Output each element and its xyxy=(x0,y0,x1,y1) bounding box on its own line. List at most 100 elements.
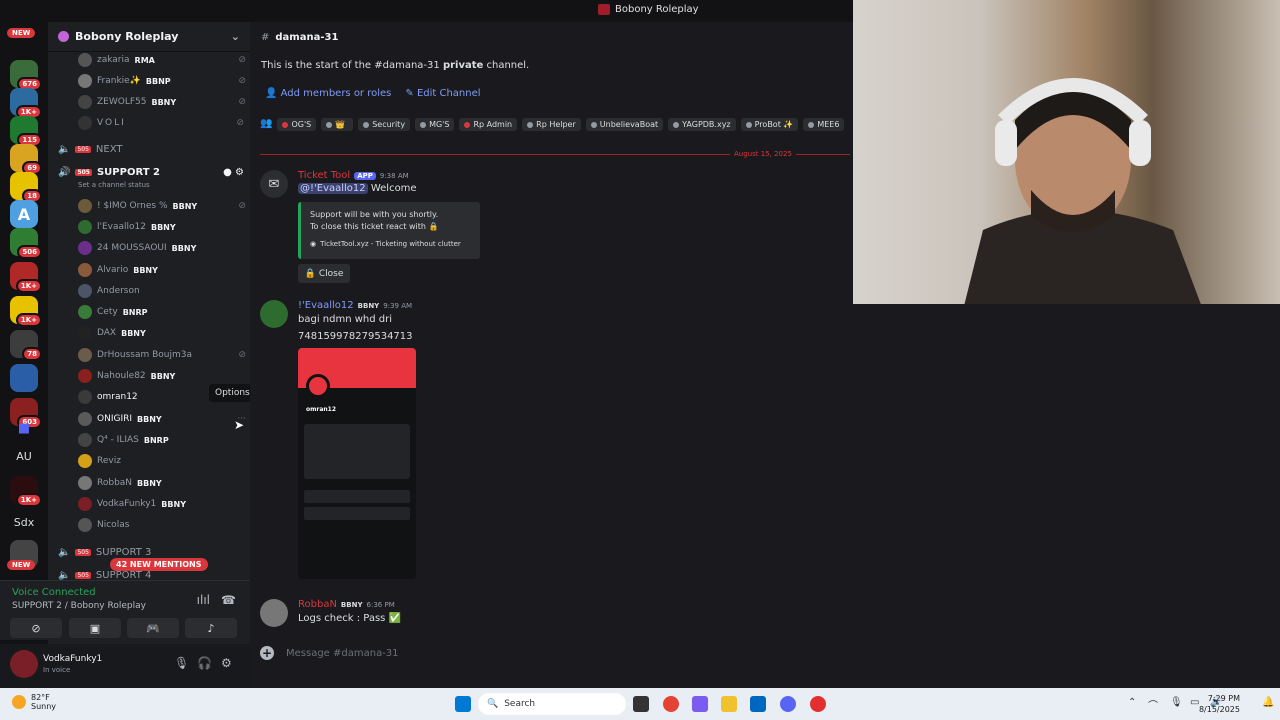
new-mentions-pill[interactable]: 42 NEW MENTIONS xyxy=(110,558,208,571)
settings-gear-icon[interactable]: ⚙ xyxy=(221,656,232,670)
folder-icon[interactable]: ■ xyxy=(10,414,38,442)
voice-user[interactable]: Frankie✨ BBNP ⊘ xyxy=(78,71,246,91)
server-icon[interactable] xyxy=(10,364,38,392)
server-icon[interactable]: 506 xyxy=(10,228,42,259)
voice-user[interactable]: Anderson xyxy=(78,281,246,301)
app-taskbar-icon[interactable] xyxy=(810,696,826,712)
chevron-up-icon[interactable]: ⌃ xyxy=(1128,697,1136,708)
voice-user[interactable]: VodkaFunky1 BBNY xyxy=(78,494,246,514)
voice-user[interactable]: DrHoussam Boujm3a ⊘ xyxy=(78,345,246,365)
server-icon[interactable]: AU xyxy=(10,442,38,470)
hash-icon: # xyxy=(261,31,270,43)
activities-button[interactable]: 🎮 xyxy=(127,618,179,638)
avatar[interactable] xyxy=(260,599,288,627)
notification-bell-icon[interactable]: 🔔 xyxy=(1262,697,1274,708)
server-icon[interactable]: 1K+ xyxy=(10,262,42,293)
role-chip[interactable]: OG'S xyxy=(277,118,317,131)
server-icon[interactable]: 69 xyxy=(10,144,42,175)
new-pill[interactable]: NEW xyxy=(7,28,36,38)
role-chip[interactable]: MEE6 xyxy=(803,118,845,131)
weather-widget[interactable]: 82°F Sunny xyxy=(12,693,56,711)
voice-user[interactable]: ! $IMO Ornes % BBNY ⊘ xyxy=(78,196,246,216)
voice-user[interactable]: ONIGIRI BBNY ··· xyxy=(78,409,246,429)
role-chip[interactable]: 👑 xyxy=(321,118,354,131)
discord-taskbar-icon[interactable] xyxy=(780,696,796,712)
edit-channel-link[interactable]: ✎ Edit Channel xyxy=(405,88,480,99)
server-icon[interactable]: 1K+ xyxy=(10,88,42,119)
voice-channel-support-2[interactable]: 🔊 505 SUPPORT 2 ● ⚙ xyxy=(58,163,244,181)
role-chip[interactable]: ProBot ✨ xyxy=(740,118,799,131)
mic-tray-icon[interactable]: 🎙 xyxy=(1170,697,1183,708)
new-pill[interactable]: NEW xyxy=(7,560,36,570)
voice-user[interactable]: ZEWOLF55 BBNY ⊘ xyxy=(78,92,246,112)
message-author[interactable]: RobbaN xyxy=(298,599,337,610)
store-icon[interactable] xyxy=(750,696,766,712)
disconnect-icon[interactable]: ☎ xyxy=(221,593,236,607)
set-channel-status[interactable]: Set a channel status xyxy=(78,181,150,189)
add-attachment-icon[interactable]: + xyxy=(260,646,274,660)
server-icon[interactable]: 18 xyxy=(10,172,42,203)
network-icon[interactable]: ⌒ xyxy=(1148,697,1158,712)
server-icon[interactable]: 1K+ xyxy=(10,476,42,507)
server-icon[interactable]: 115 xyxy=(10,116,42,147)
role-chip[interactable]: YAGPDB.xyz xyxy=(668,118,736,131)
lock-icon: 🔒 xyxy=(304,268,316,279)
signal-icon[interactable]: ılıl xyxy=(197,593,210,607)
avatar[interactable] xyxy=(260,300,288,328)
voice-user[interactable]: Q⁴ - ILIAS BNRP xyxy=(78,430,246,450)
message-time: 9:38 AM xyxy=(379,171,409,180)
server-icon[interactable]: 1K+ xyxy=(10,296,42,327)
windows-start-icon[interactable] xyxy=(455,696,471,712)
chevron-down-icon[interactable]: ⌄ xyxy=(231,30,240,43)
mic-icon[interactable]: 🎙 xyxy=(174,656,189,670)
voice-user[interactable]: Reviz xyxy=(78,451,246,471)
voice-user[interactable]: DAX BBNY xyxy=(78,323,246,343)
role-chip[interactable]: Rp Admin xyxy=(459,118,518,131)
role-chip[interactable]: UnbelievaBoat xyxy=(585,118,664,131)
voice-user[interactable]: Alvario BBNY xyxy=(78,260,246,280)
message-author[interactable]: Ticket Tool xyxy=(298,170,350,181)
user-mention[interactable]: @!'Evaallo12 xyxy=(298,183,368,194)
server-icon[interactable]: 676 xyxy=(10,60,42,91)
channel-actions-icon[interactable]: ● ⚙ xyxy=(223,167,244,178)
copilot-icon[interactable] xyxy=(692,696,708,712)
attachment-image[interactable]: omran12 xyxy=(298,348,416,579)
file-explorer-icon[interactable] xyxy=(721,696,737,712)
deafened-icon: ⊘ xyxy=(238,76,246,86)
role-chip[interactable]: Security xyxy=(358,118,411,131)
voice-channel-next[interactable]: 🔈 505 NEXT xyxy=(58,140,244,158)
role-chip[interactable]: MG'S xyxy=(415,118,455,131)
role-chip[interactable]: Rp Helper xyxy=(522,118,581,131)
ticket-tool-avatar[interactable]: ✉ xyxy=(260,170,288,198)
soundboard-button[interactable]: ♪ xyxy=(185,618,237,638)
guild-header[interactable]: Bobony Roleplay ⌄ xyxy=(48,22,250,52)
voice-user[interactable]: Nicolas xyxy=(78,515,246,535)
headphones-icon[interactable]: 🎧 xyxy=(197,656,212,670)
message-author[interactable]: !'Evaallo12 xyxy=(298,300,354,311)
voice-user[interactable]: VOLI ⊘ xyxy=(78,113,246,133)
taskbar-clock[interactable]: 7:29 PM 8/15/2025 xyxy=(1199,693,1240,715)
chrome-icon[interactable] xyxy=(663,696,679,712)
message-input[interactable]: Message #damana-31 xyxy=(286,648,399,659)
voice-user[interactable]: l'Evaallo12 BBNY xyxy=(78,217,246,237)
close-ticket-button[interactable]: 🔒 Close xyxy=(298,264,350,283)
add-members-link[interactable]: 👤 Add members or roles xyxy=(265,88,391,99)
options-tooltip: Options xyxy=(209,384,256,402)
task-view-icon[interactable] xyxy=(633,696,649,712)
server-icon[interactable]: Sdx xyxy=(10,508,38,536)
server-icon[interactable]: 78 xyxy=(10,330,42,361)
voice-user[interactable]: Cety BNRP xyxy=(78,302,246,322)
avatar xyxy=(78,305,92,319)
screenshare-button[interactable]: ▣ xyxy=(69,618,121,638)
voice-user[interactable]: 24 MOUSSAOUI BBNY xyxy=(78,238,246,258)
message-text: @!'Evaallo12 Welcome xyxy=(298,183,417,194)
avatar[interactable] xyxy=(10,650,38,678)
voice-user[interactable]: zakaria RMA ⊘ xyxy=(78,50,246,70)
server-icon[interactable]: A xyxy=(10,200,38,228)
camera-off-button[interactable]: ⊘ xyxy=(10,618,62,638)
taskbar-search[interactable]: 🔍 Search xyxy=(478,693,626,715)
voice-user[interactable]: Nahoule82 BBNY xyxy=(78,366,246,386)
voice-user[interactable]: RobbaN BBNY xyxy=(78,473,246,493)
voice-location[interactable]: SUPPORT 2 / Bobony Roleplay xyxy=(12,601,146,611)
mouse-cursor-icon: ➤ xyxy=(234,418,245,432)
